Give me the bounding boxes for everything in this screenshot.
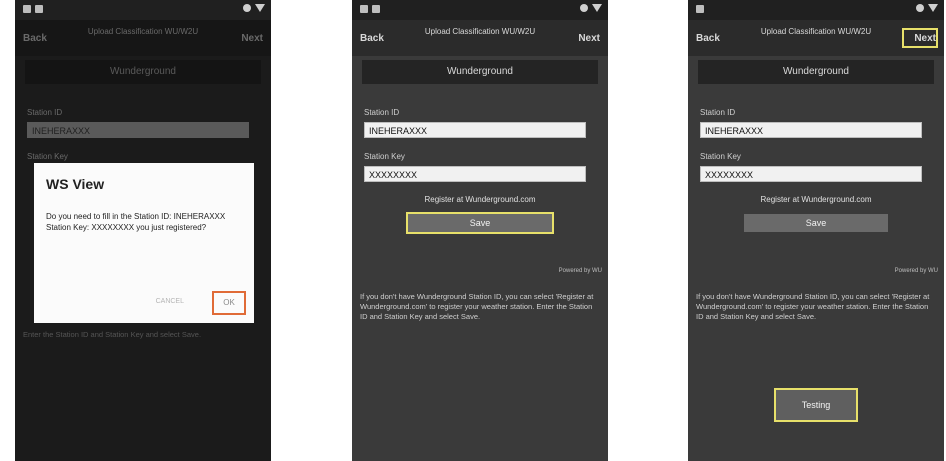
testing-button[interactable]: Testing [774, 388, 858, 422]
dialog-cancel-button[interactable]: CANCEL [156, 298, 184, 305]
header-title: Upload Classification WU/W2U [87, 27, 199, 36]
save-button[interactable]: Save [744, 214, 888, 232]
location-icon [580, 4, 588, 12]
station-key-label: Station Key [700, 152, 741, 161]
section-wunderground: Wunderground [25, 60, 261, 84]
station-id-input[interactable]: INEHERAXXX [700, 122, 922, 138]
phone-screen-2: Back Upload Classification WU/W2U Next W… [352, 0, 608, 461]
app-header: Back Upload Classification WU/W2U Next [688, 20, 944, 56]
status-bar [688, 0, 944, 20]
header-title: Upload Classification WU/W2U [424, 27, 536, 36]
notification-icon [360, 5, 368, 13]
phone-screen-1: Back Upload Classification WU/W2U Next W… [15, 0, 271, 461]
next-button[interactable]: Next [914, 33, 936, 44]
notification-icon [23, 5, 31, 13]
register-link[interactable]: Register at Wunderground.com [352, 195, 608, 204]
back-button[interactable]: Back [23, 33, 47, 44]
station-key-input[interactable]: XXXXXXXX [364, 166, 586, 182]
location-icon [916, 4, 924, 12]
help-text: If you don't have Wunderground Station I… [360, 292, 594, 321]
powered-by-text: Powered by WU [558, 268, 602, 274]
app-header: Back Upload Classification WU/W2U Next [352, 20, 608, 56]
station-id-input[interactable]: INEHERAXXX [364, 122, 586, 138]
station-key-input[interactable]: XXXXXXXX [700, 166, 922, 182]
station-key-label: Station Key [364, 152, 405, 161]
dialog-title: WS View [46, 176, 105, 192]
save-button[interactable]: Save [408, 214, 552, 232]
station-key-label: Station Key [27, 152, 68, 161]
section-wunderground: Wunderground [362, 60, 598, 84]
wifi-icon [592, 4, 602, 12]
phone-screen-3: Back Upload Classification WU/W2U Next W… [688, 0, 944, 461]
section-wunderground: Wunderground [698, 60, 934, 84]
status-bar [15, 0, 271, 20]
next-button[interactable]: Next [578, 33, 600, 44]
station-id-input[interactable]: INEHERAXXX [27, 122, 249, 138]
station-id-label: Station ID [364, 108, 400, 117]
image-icon [372, 5, 380, 13]
help-text: Enter the Station ID and Station Key and… [23, 330, 202, 339]
confirm-dialog: WS View Do you need to fill in the Stati… [34, 163, 254, 323]
status-bar [352, 0, 608, 20]
station-id-label: Station ID [27, 108, 63, 117]
back-button[interactable]: Back [696, 33, 720, 44]
wifi-icon [255, 4, 265, 12]
help-text: If you don't have Wunderground Station I… [696, 292, 930, 321]
back-button[interactable]: Back [360, 33, 384, 44]
notification-icon [696, 5, 704, 13]
next-button[interactable]: Next [241, 33, 263, 44]
station-id-label: Station ID [700, 108, 736, 117]
dialog-ok-button[interactable]: OK [212, 291, 246, 315]
dialog-message: Do you need to fill in the Station ID: I… [46, 212, 226, 232]
header-title: Upload Classification WU/W2U [760, 27, 872, 36]
register-link[interactable]: Register at Wunderground.com [688, 195, 944, 204]
image-icon [35, 5, 43, 13]
powered-by-text: Powered by WU [894, 268, 938, 274]
location-icon [243, 4, 251, 12]
wifi-icon [928, 4, 938, 12]
app-header: Back Upload Classification WU/W2U Next [15, 20, 271, 56]
